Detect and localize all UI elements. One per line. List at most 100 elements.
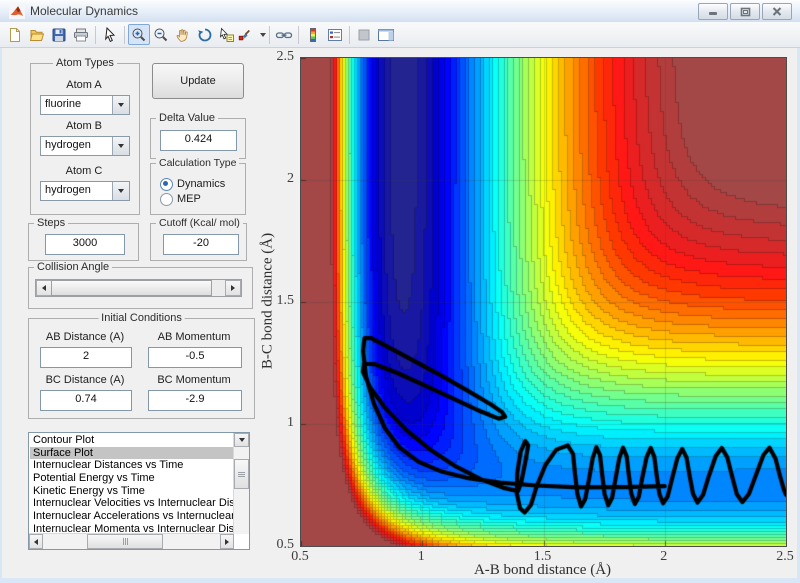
atom-a-value: fluorine <box>45 98 82 110</box>
list-item[interactable]: Internuclear Velocities vs Internuclear … <box>30 497 234 510</box>
atom-types-title: Atom Types <box>53 57 117 70</box>
horizontal-scroll-thumb[interactable] <box>87 534 163 549</box>
list-item[interactable]: Surface Plot <box>30 446 234 460</box>
figure-toolbar <box>0 22 800 48</box>
slider-right-arrow[interactable] <box>225 280 241 296</box>
y-tick-label: 0.5 <box>276 537 295 552</box>
vertical-scroll-thumb[interactable] <box>234 459 249 489</box>
y-tick-label: 2.5 <box>276 49 295 64</box>
collision-angle-slider[interactable] <box>35 279 242 297</box>
toolbar-separator <box>349 25 350 44</box>
cutoff-title: Cutoff (Kcal/ mol) <box>156 217 243 230</box>
listbox-horizontal-scrollbar[interactable] <box>29 533 234 549</box>
y-tick-label: 2 <box>287 171 294 186</box>
molecular-dynamics-window: Molecular Dynamics Atom Types Atom A flu… <box>0 0 800 583</box>
x-axis-label: A-B bond distance (Å) <box>473 562 612 578</box>
y-tick-label: 1 <box>287 415 294 430</box>
open-file-icon[interactable] <box>26 24 48 45</box>
scroll-left-button[interactable] <box>29 534 43 549</box>
ab-momentum-label: AB Momentum <box>157 331 231 343</box>
toolbar-separator <box>124 25 125 44</box>
list-item[interactable]: Contour Plot <box>30 434 234 447</box>
atom-b-label: Atom B <box>65 120 103 132</box>
list-item[interactable]: Internuclear Distances vs Time <box>30 459 234 472</box>
delta-value-title: Delta Value <box>156 112 219 125</box>
collision-angle-title: Collision Angle <box>34 261 113 274</box>
pan-icon[interactable] <box>172 24 194 45</box>
window-frame-left <box>0 22 2 578</box>
maximize-button[interactable] <box>730 3 760 20</box>
plot-type-listbox[interactable]: Contour Plot Surface Plot Internuclear Dis… <box>28 432 250 550</box>
bc-distance-field[interactable]: 0.74 <box>40 390 132 411</box>
atom-b-dropdown[interactable]: hydrogen <box>40 136 130 156</box>
atom-c-value: hydrogen <box>45 184 91 196</box>
delta-value-field[interactable]: 0.424 <box>160 130 237 151</box>
print-figure-icon[interactable] <box>70 24 92 45</box>
minimize-button[interactable] <box>698 3 728 20</box>
ab-distance-field[interactable]: 2 <box>40 347 132 368</box>
mep-radio-label: MEP <box>177 193 201 205</box>
insert-colorbar-icon[interactable] <box>302 24 324 45</box>
window-title: Molecular Dynamics <box>30 4 139 18</box>
bc-momentum-field[interactable]: -2.9 <box>148 390 242 411</box>
chevron-down-icon <box>118 103 124 107</box>
toolbar-separator <box>269 25 270 44</box>
dynamics-radio[interactable] <box>160 178 173 191</box>
ab-distance-label: AB Distance (A) <box>45 331 125 343</box>
maximize-icon <box>740 7 750 16</box>
steps-field[interactable]: 3000 <box>45 234 125 255</box>
hide-plot-tools-icon[interactable] <box>353 24 375 45</box>
left-arrow-icon <box>34 538 38 545</box>
update-button[interactable]: Update <box>152 63 244 99</box>
toolbar-separator <box>95 25 96 44</box>
new-figure-icon[interactable] <box>4 24 26 45</box>
scroll-right-button[interactable] <box>220 534 234 549</box>
atom-a-dropdown-button[interactable] <box>112 96 129 114</box>
atom-a-label: Atom A <box>66 79 102 91</box>
brush-icon[interactable] <box>238 24 266 45</box>
atom-c-dropdown-button[interactable] <box>112 182 129 200</box>
title-bar[interactable]: Molecular Dynamics <box>0 0 800 23</box>
atom-c-dropdown[interactable]: hydrogen <box>40 181 130 201</box>
list-item[interactable]: Kinetic Energy vs Time <box>30 485 234 498</box>
slider-thumb[interactable] <box>51 280 212 296</box>
slider-left-arrow[interactable] <box>36 280 52 296</box>
zoom-in-icon[interactable] <box>128 24 150 45</box>
chevron-down-icon <box>118 189 124 193</box>
dynamics-radio-label: Dynamics <box>177 178 226 190</box>
down-arrow-icon <box>238 438 245 442</box>
edit-plot-icon[interactable] <box>99 24 121 45</box>
ab-momentum-field[interactable]: -0.5 <box>148 347 242 368</box>
right-arrow-icon <box>225 538 229 545</box>
list-item[interactable]: Potential Energy vs Time <box>30 472 234 485</box>
chevron-down-icon <box>118 144 124 148</box>
listbox-vertical-scrollbar[interactable] <box>233 433 249 534</box>
left-arrow-icon <box>42 285 46 291</box>
scroll-down-button[interactable] <box>234 433 249 447</box>
cutoff-field[interactable]: -20 <box>163 234 239 255</box>
mep-radio[interactable] <box>160 193 173 206</box>
atom-b-dropdown-button[interactable] <box>112 137 129 155</box>
atom-c-label: Atom C <box>65 165 103 177</box>
toolbar-separator <box>298 25 299 44</box>
matlab-logo-icon <box>9 3 25 19</box>
minimize-icon <box>709 12 717 15</box>
list-item[interactable]: Internuclear Accelerations vs Internucle… <box>30 510 234 523</box>
close-button[interactable] <box>762 3 792 20</box>
calculation-type-title: Calculation Type <box>156 157 240 170</box>
zoom-out-icon[interactable] <box>150 24 172 45</box>
bc-distance-label: BC Distance (A) <box>45 374 125 386</box>
show-plot-tools-icon[interactable] <box>375 24 397 45</box>
brush-dropdown-caret[interactable] <box>260 32 266 37</box>
data-cursor-icon[interactable] <box>216 24 238 45</box>
rotate-3d-icon[interactable] <box>194 24 216 45</box>
atom-a-dropdown[interactable]: fluorine <box>40 95 130 115</box>
plot-type-list-rows: Contour Plot Surface Plot Internuclear Dis… <box>30 434 234 534</box>
insert-legend-icon[interactable] <box>324 24 346 45</box>
atom-b-value: hydrogen <box>45 139 91 151</box>
save-figure-icon[interactable] <box>48 24 70 45</box>
link-plot-icon[interactable] <box>273 24 295 45</box>
y-axis-label: B-C bond distance (Å) <box>259 232 276 370</box>
close-icon <box>772 7 782 16</box>
contour-plot-canvas[interactable] <box>300 57 787 547</box>
